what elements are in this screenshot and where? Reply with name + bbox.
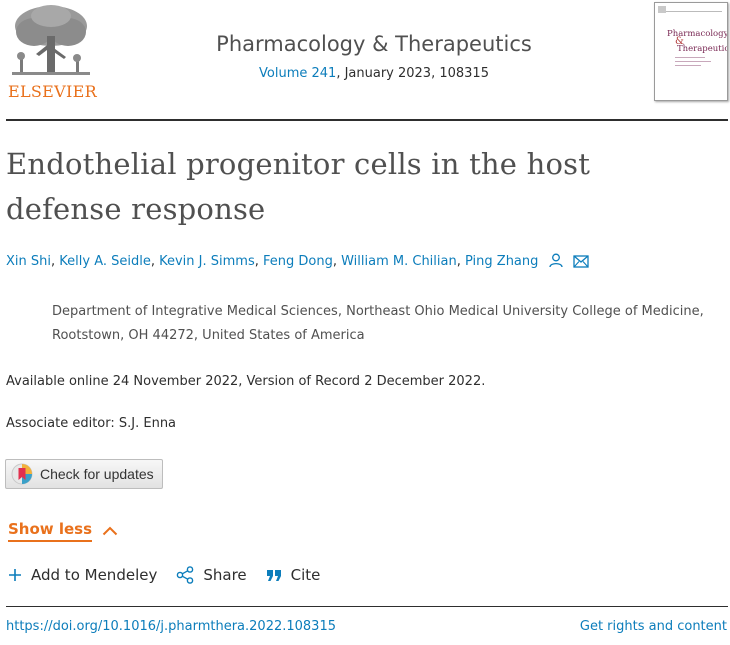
author-separator: , <box>456 254 465 269</box>
elsevier-logo[interactable]: ELSEVIER <box>6 2 97 101</box>
check-for-updates-button[interactable]: Check for updates <box>5 459 163 489</box>
show-less-toggle[interactable]: Show less <box>8 520 118 542</box>
author-separator: , <box>332 254 342 269</box>
author-link[interactable]: Ping Zhang <box>465 254 538 269</box>
cover-header-line <box>658 6 722 12</box>
tree-logo-icon <box>12 5 90 75</box>
associate-editor: Associate editor: S.J. Enna <box>6 416 177 431</box>
share-label: Share <box>203 566 247 584</box>
affiliation-text: Department of Integrative Medical Scienc… <box>52 304 704 343</box>
add-to-mendeley-button[interactable]: Add to Mendeley <box>8 566 157 584</box>
publisher-wordmark: ELSEVIER <box>8 82 97 101</box>
footer-divider <box>6 606 728 607</box>
add-to-mendeley-label: Add to Mendeley <box>31 566 158 584</box>
cover-logo-icon <box>658 6 666 13</box>
author-link[interactable]: William M. Chilian <box>341 254 457 269</box>
doi-link[interactable]: https://doi.org/10.1016/j.pharmthera.202… <box>6 619 336 634</box>
person-icon[interactable] <box>548 253 563 268</box>
issue-detail: , January 2023, 108315 <box>336 66 489 81</box>
cover-text-line <box>675 57 705 58</box>
crossmark-icon <box>11 463 33 485</box>
issue-info: Volume 241, January 2023, 108315 <box>100 66 648 81</box>
share-button[interactable]: Share <box>176 566 247 584</box>
author-separator: , <box>254 254 263 269</box>
article-title: Endothelial progenitor cells in the host… <box>6 147 591 226</box>
envelope-icon[interactable] <box>573 255 589 268</box>
header-divider <box>6 119 728 121</box>
publication-dates: Available online 24 November 2022, Versi… <box>6 374 486 389</box>
share-icon <box>176 566 194 584</box>
check-for-updates-label: Check for updates <box>40 466 154 482</box>
author-separator: , <box>150 254 160 269</box>
author-link[interactable]: Kelly A. Seidle <box>59 254 151 269</box>
cover-text-line <box>675 65 701 66</box>
article-actions-bar: Add to Mendeley Share Cite <box>8 563 339 587</box>
show-less-label: Show less <box>8 520 93 542</box>
author-link[interactable]: Xin Shi <box>6 254 51 269</box>
volume-link[interactable]: Volume 241 <box>259 66 336 81</box>
quote-icon <box>266 568 282 582</box>
journal-cover-thumbnail[interactable]: Pharmacology & Therapeutics <box>654 2 728 101</box>
cover-text-line <box>675 61 711 62</box>
author-link[interactable]: Feng Dong <box>263 254 333 269</box>
rights-link[interactable]: Get rights and content <box>580 619 727 634</box>
corresponding-author-icons <box>548 253 589 272</box>
journal-title[interactable]: Pharmacology & Therapeutics <box>100 32 648 56</box>
plus-icon <box>8 568 22 582</box>
chevron-up-icon <box>102 526 118 536</box>
author-list: Xin Shi, Kelly A. Seidle, Kevin J. Simms… <box>6 253 726 275</box>
cite-button[interactable]: Cite <box>266 566 321 584</box>
author-link[interactable]: Kevin J. Simms <box>159 254 255 269</box>
cover-title-line2: Therapeutics <box>677 44 728 54</box>
cite-label: Cite <box>290 566 321 584</box>
